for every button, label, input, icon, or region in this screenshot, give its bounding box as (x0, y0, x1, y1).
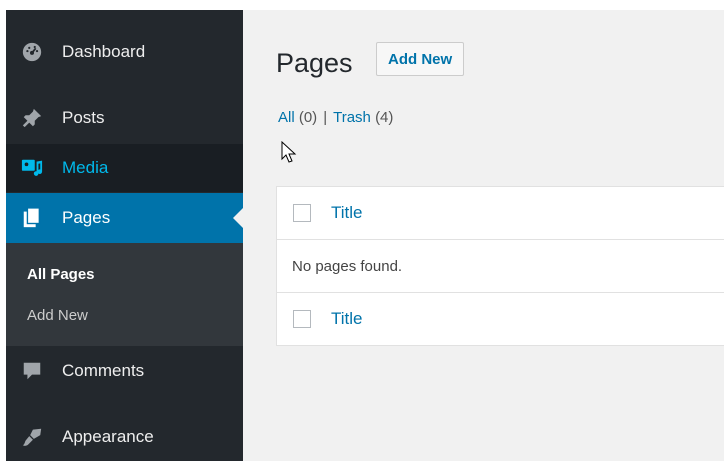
pages-submenu: All Pages Add New (6, 243, 243, 346)
mouse-cursor-icon (281, 141, 297, 163)
sidebar-item-pages[interactable]: Pages (6, 193, 243, 243)
sidebar-item-label: Dashboard (62, 42, 146, 61)
sidebar-item-comments[interactable]: Comments (6, 347, 243, 395)
add-new-button[interactable]: Add New (376, 42, 465, 76)
pages-icon (20, 206, 44, 230)
sidebar-item-media[interactable]: Media (6, 144, 243, 192)
admin-sidebar: Dashboard Posts Media Pages All Pages Ad… (6, 10, 243, 461)
sidebar-item-dashboard[interactable]: Dashboard (6, 28, 243, 76)
table-empty-row: No pages found. (277, 240, 724, 293)
select-all-checkbox[interactable] (293, 204, 311, 222)
page-title: Pages (276, 48, 353, 78)
table-footer-row: Title (277, 293, 724, 345)
select-all-checkbox-footer[interactable] (293, 310, 311, 328)
sidebar-item-posts[interactable]: Posts (6, 94, 243, 142)
dashboard-icon (20, 40, 44, 64)
wp-admin-window: Dashboard Posts Media Pages All Pages Ad… (6, 10, 724, 461)
title-column-footer[interactable]: Title (331, 309, 363, 329)
view-filters: All (0) | Trash (4) (278, 109, 393, 126)
pages-table: Title No pages found. Title (276, 186, 724, 346)
comment-icon (20, 359, 44, 383)
sidebar-item-label: Media (62, 158, 109, 177)
sidebar-item-label: Pages (62, 208, 111, 227)
brush-icon (20, 425, 44, 449)
submenu-item-all-pages[interactable]: All Pages (27, 266, 95, 283)
title-column-header[interactable]: Title (331, 203, 363, 223)
main-content: Pages Add New All (0) | Trash (4) Title No… (243, 10, 724, 461)
sidebar-item-appearance[interactable]: Appearance (6, 413, 243, 461)
filter-all-link[interactable]: All (0) (278, 109, 317, 126)
sidebar-item-label: Appearance (62, 427, 154, 446)
active-indicator-arrow (233, 208, 243, 228)
media-icon (20, 156, 44, 180)
sidebar-item-label: Posts (62, 108, 105, 127)
table-header-row: Title (277, 187, 724, 240)
filter-trash-link[interactable]: Trash (4) (333, 109, 393, 126)
empty-message: No pages found. (292, 257, 403, 275)
pin-icon (20, 106, 44, 130)
trash-count: (4) (375, 109, 394, 126)
all-count: (0) (298, 109, 318, 126)
sidebar-item-label: Comments (62, 361, 145, 380)
filter-separator: | (323, 109, 328, 126)
submenu-item-add-new[interactable]: Add New (27, 307, 88, 324)
